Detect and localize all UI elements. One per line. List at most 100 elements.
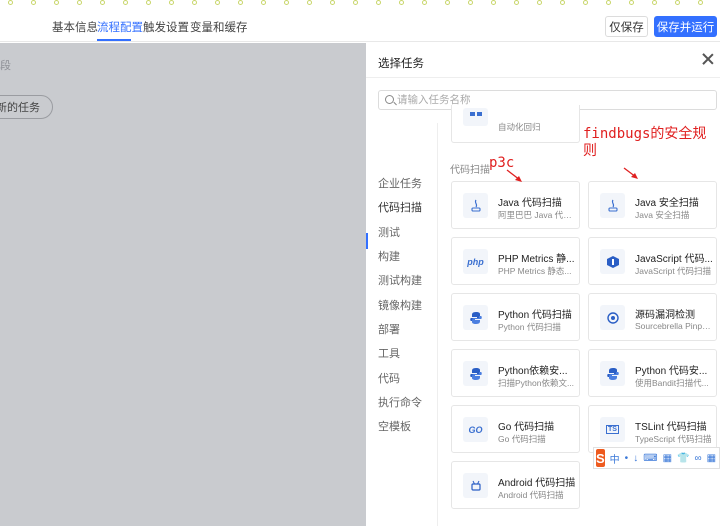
decorative-dot	[146, 0, 151, 5]
active-tab-indicator	[97, 39, 131, 41]
ime-toolbar-item[interactable]: 👕	[677, 453, 689, 464]
task-card-desc: JavaScript 代码扫描	[635, 266, 712, 276]
automation-icon	[463, 108, 488, 126]
category-enterprise-tasks[interactable]: 企业任务	[378, 175, 422, 191]
category-tools[interactable]: 工具	[378, 345, 400, 361]
annotation-findbugs-line2: 则	[583, 143, 597, 159]
task-card[interactable]: Python 代码扫描 Python 代码扫描	[451, 293, 580, 341]
task-card-title: Python依赖安...	[498, 366, 568, 377]
decorative-dot	[583, 0, 588, 5]
decorative-dot	[123, 0, 128, 5]
task-card[interactable]: Android 代码扫描 Android 代码扫描	[451, 461, 580, 509]
task-card[interactable]: TS TSLint 代码扫描 TypeScript 代码扫描	[588, 405, 717, 453]
tab-variables-cache[interactable]: 变量和缓存	[190, 19, 248, 35]
task-card-partial[interactable]: 自动化回归	[451, 105, 580, 143]
python-icon	[600, 361, 625, 386]
decorative-dot	[284, 0, 289, 5]
task-card-title: Java 代码扫描	[498, 198, 562, 209]
java-icon	[600, 193, 625, 218]
decorative-dot	[468, 0, 473, 5]
task-card[interactable]: Java 安全扫描 Java 安全扫描	[588, 181, 717, 229]
ime-toolbar[interactable]: S 中•↓⌨▦👕∞▦≡	[593, 447, 720, 469]
category-code[interactable]: 代码	[378, 370, 400, 386]
task-card[interactable]: Python依赖安... 扫描Python依赖文...	[451, 349, 580, 397]
decorative-dot	[629, 0, 634, 5]
python-icon	[463, 361, 488, 386]
decorative-dot	[215, 0, 220, 5]
ime-toolbar-item[interactable]: ▦	[663, 453, 672, 464]
category-exec-command[interactable]: 执行命令	[378, 394, 422, 410]
drawer-divider	[366, 77, 720, 78]
task-card-desc: 阿里巴巴 Java 代码...	[498, 210, 578, 220]
category-test[interactable]: 测试	[378, 224, 400, 240]
task-card-desc: TypeScript 代码扫描	[635, 434, 712, 444]
java-icon	[463, 193, 488, 218]
decorative-dot	[399, 0, 404, 5]
category-deploy[interactable]: 部署	[378, 321, 400, 337]
task-card-title: TSLint 代码扫描	[635, 422, 707, 433]
decorative-dot	[537, 0, 542, 5]
decorative-dot	[698, 0, 703, 5]
decorative-dot	[652, 0, 657, 5]
task-card[interactable]: GO Go 代码扫描 Go 代码扫描	[451, 405, 580, 453]
decorative-dot	[8, 0, 13, 5]
decorative-dot	[307, 0, 312, 5]
task-card-desc: Python 代码扫描	[498, 322, 561, 332]
category-code-scan[interactable]: 代码扫描	[378, 199, 422, 215]
decorative-dot	[675, 0, 680, 5]
php-icon: php	[463, 249, 488, 274]
category-empty-template[interactable]: 空模板	[378, 418, 411, 434]
new-task-button: 新的任务	[0, 95, 53, 119]
new-task-label: 新的任务	[0, 102, 40, 114]
decorative-dot	[606, 0, 611, 5]
android-icon	[463, 473, 488, 498]
task-card-title: Go 代码扫描	[498, 422, 555, 433]
section-label-code-scan: 代码扫描	[450, 165, 490, 176]
task-card-title: 源码漏洞检测	[635, 310, 695, 321]
decorative-dot	[77, 0, 82, 5]
category-list: 企业任务 代码扫描 测试 构建 测试构建 镜像构建 部署 工具 代码 执行命令 …	[366, 123, 438, 526]
ime-toolbar-item[interactable]: 中	[610, 451, 620, 466]
task-card[interactable]: JavaScript 代码... JavaScript 代码扫描	[588, 237, 717, 285]
ime-toolbar-item[interactable]: •	[625, 453, 629, 464]
typescript-icon: TS	[600, 417, 625, 442]
ime-toolbar-item[interactable]: ⌨	[643, 453, 657, 464]
decorative-dot	[238, 0, 243, 5]
task-card-desc: 自动化回归	[498, 122, 541, 132]
tab-basic-info[interactable]: 基本信息	[52, 19, 98, 35]
decorative-dot	[514, 0, 519, 5]
tab-trigger-settings[interactable]: 触发设置	[143, 19, 189, 35]
category-image-build[interactable]: 镜像构建	[378, 297, 422, 313]
task-card-desc: Sourcebrella Pinpoi...	[635, 321, 715, 331]
ime-toolbar-item[interactable]: ∞	[695, 453, 702, 464]
decorative-dot	[54, 0, 59, 5]
stage-label-partial: 段	[0, 60, 11, 72]
drawer-title: 选择任务	[378, 58, 424, 70]
task-card-desc: PHP Metrics 静态...	[498, 266, 572, 276]
task-card[interactable]: 源码漏洞检测 Sourcebrella Pinpoi...	[588, 293, 717, 341]
ime-toolbar-item[interactable]: ▦	[707, 453, 716, 464]
tab-pipeline-config[interactable]: 流程配置	[97, 19, 143, 35]
javascript-icon	[600, 249, 625, 274]
save-button[interactable]: 仅保存	[605, 16, 648, 37]
active-category-indicator	[366, 233, 368, 249]
modal-overlay[interactable]: 段 新的任务	[0, 43, 366, 526]
decorative-dot	[445, 0, 450, 5]
task-card[interactable]: Java 代码扫描 阿里巴巴 Java 代码...	[451, 181, 580, 229]
go-icon: GO	[463, 417, 488, 442]
decorative-dot	[422, 0, 427, 5]
decorative-dot	[31, 0, 36, 5]
category-build[interactable]: 构建	[378, 248, 400, 264]
task-card-title: Python 代码安...	[635, 366, 708, 377]
top-dotted-strip	[0, 0, 720, 8]
close-icon[interactable]	[702, 53, 714, 65]
task-card[interactable]: php PHP Metrics 静... PHP Metrics 静态...	[451, 237, 580, 285]
page-header: 基本信息 流程配置 触发设置 变量和缓存 仅保存 保存并运行	[0, 8, 720, 42]
task-card[interactable]: Python 代码安... 使用Bandit扫描代...	[588, 349, 717, 397]
save-and-run-button[interactable]: 保存并运行	[654, 16, 717, 37]
task-card-desc: 使用Bandit扫描代...	[635, 378, 709, 388]
category-test-build[interactable]: 测试构建	[378, 272, 422, 288]
task-card-desc: Android 代码扫描	[498, 490, 564, 500]
ime-toolbar-item[interactable]: ↓	[633, 453, 638, 464]
annotation-arrow-right	[623, 167, 638, 179]
